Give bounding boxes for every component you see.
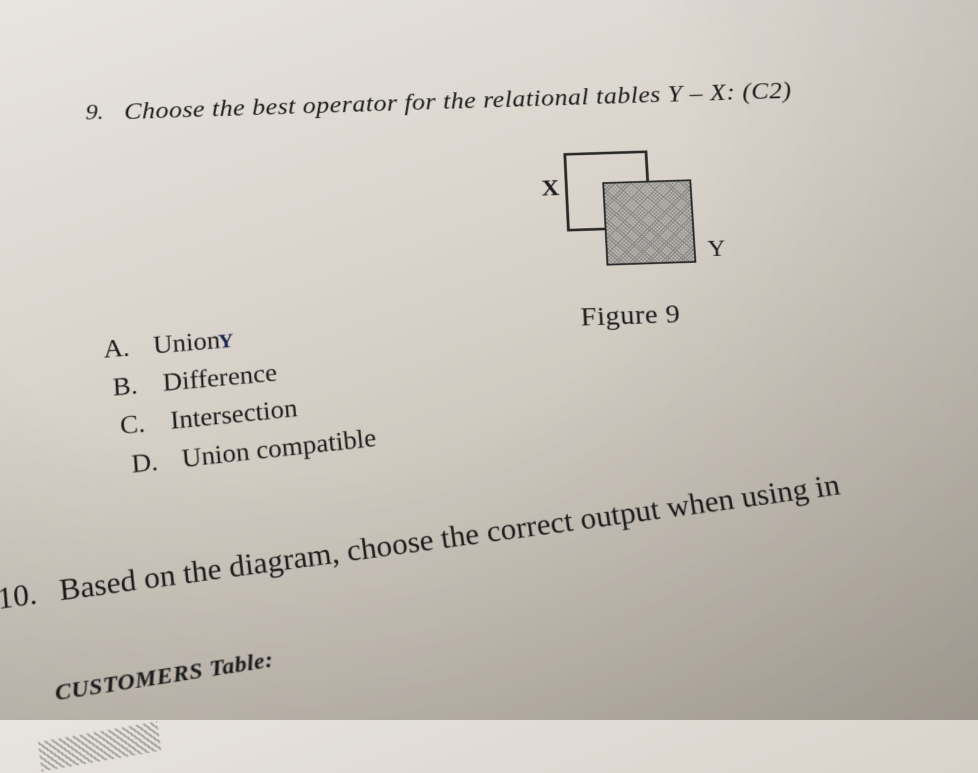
venn-squares: X Y bbox=[545, 148, 740, 277]
question-text: Choose the best operator for the relatio… bbox=[124, 77, 792, 125]
square-y-shaded bbox=[602, 179, 696, 265]
answer-options: A. UnionY B. Difference C. Intersection … bbox=[102, 327, 378, 489]
option-b: B. Difference bbox=[112, 350, 376, 403]
label-x: X bbox=[541, 175, 560, 202]
figure-9-diagram: X Y bbox=[517, 147, 772, 331]
customers-table-heading: CUSTOMERS Table: bbox=[54, 647, 275, 707]
option-letter: A. bbox=[103, 332, 147, 364]
option-letter: D. bbox=[130, 446, 176, 480]
question-number: 10. bbox=[0, 576, 38, 617]
question-number: 9. bbox=[85, 99, 103, 125]
question-text: Based on the diagram, choose the correct… bbox=[58, 467, 843, 607]
option-text: Intersection bbox=[169, 394, 298, 435]
option-text: Union compatible bbox=[181, 424, 378, 474]
option-a: A. UnionY bbox=[103, 314, 375, 365]
question-10: 10. Based on the diagram, choose the cor… bbox=[0, 452, 953, 616]
option-text: Difference bbox=[162, 359, 278, 398]
option-c: C. Intersection bbox=[119, 386, 377, 441]
option-text: Union bbox=[153, 326, 221, 359]
figure-caption: Figure 9 bbox=[580, 299, 681, 333]
page-vignette bbox=[0, 0, 978, 720]
option-letter: B. bbox=[112, 370, 157, 403]
label-y: Y bbox=[707, 235, 726, 262]
option-d: D. Union compatible bbox=[130, 424, 377, 480]
table-fragment bbox=[38, 721, 161, 771]
option-letter: C. bbox=[119, 408, 164, 442]
handwritten-annotation: Y bbox=[218, 329, 235, 354]
question-9: 9. Choose the best operator for the rela… bbox=[85, 74, 902, 127]
square-x bbox=[563, 150, 651, 231]
